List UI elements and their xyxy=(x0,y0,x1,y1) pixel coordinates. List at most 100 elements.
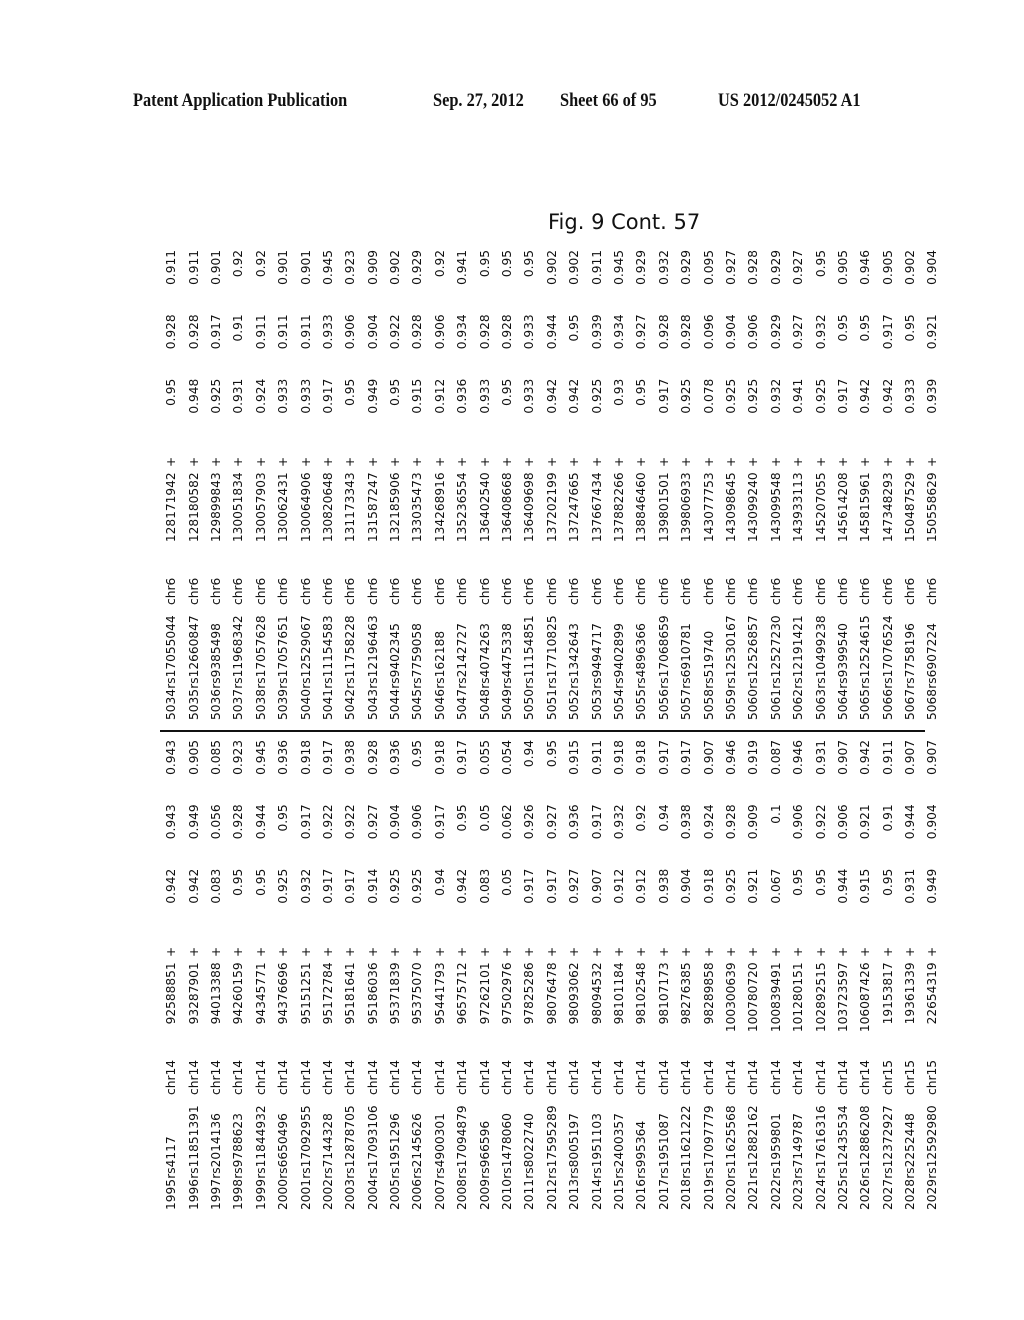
strand: + xyxy=(925,946,940,957)
value-3: 0.911 xyxy=(589,739,604,775)
table-row: 2012 rs17595289 chr14 98076478 +0.917 0.927 0.… xyxy=(541,740,563,1210)
row-index: 5046 xyxy=(432,688,447,720)
strand: + xyxy=(208,946,223,957)
row-index: 2013 xyxy=(567,1178,582,1210)
chromosome: chr14 xyxy=(679,1059,694,1095)
chromosome: chr15 xyxy=(880,1059,895,1095)
value-3: 0.928 xyxy=(746,249,761,285)
value-3: 0.918 xyxy=(298,739,313,775)
position: 131173343 xyxy=(343,472,358,543)
chromosome: chr14 xyxy=(723,1059,738,1095)
position: 95151251 xyxy=(298,962,313,1025)
snp-id: rs1951087 xyxy=(656,1113,671,1179)
chromosome: chr6 xyxy=(701,577,716,605)
value-2: 0.917 xyxy=(208,314,223,350)
strand: + xyxy=(231,946,246,957)
snp-id: rs12196463 xyxy=(365,615,380,689)
position: 92588851 xyxy=(164,962,179,1025)
sheet-number: Sheet 66 of 95 xyxy=(560,90,657,111)
value-2: 0.05 xyxy=(477,804,492,832)
value-2: 0.917 xyxy=(880,314,895,350)
position: 101280151 xyxy=(791,962,806,1033)
table-row: 2014 rs1951103 chr14 98094532 +0.907 0.917 0.9… xyxy=(585,740,607,1210)
row-index: 5044 xyxy=(388,688,403,720)
table-row: 1999 rs11844932 chr14 94345771 +0.95 0.944 0.9… xyxy=(250,740,272,1210)
position: 132185906 xyxy=(388,472,403,543)
value-2: 0.928 xyxy=(500,314,515,350)
position: 94260159 xyxy=(231,962,246,1025)
snp-id: rs9402345 xyxy=(388,623,403,689)
value-2: 0.917 xyxy=(298,804,313,840)
value-2: 0.922 xyxy=(320,804,335,840)
position: 97262101 xyxy=(477,962,492,1025)
row-index: 5060 xyxy=(746,688,761,720)
chromosome: chr14 xyxy=(253,1059,268,1095)
table-row: 2027 rs12372927 chr15 19153817 +0.95 0.91 0.91… xyxy=(877,740,899,1210)
table-row: 2004 rs17093106 chr14 95186036 +0.914 0.927 0.… xyxy=(362,740,384,1210)
value-1: 0.95 xyxy=(343,378,358,406)
chromosome: chr6 xyxy=(880,577,895,605)
snp-id: rs7144328 xyxy=(320,1113,335,1179)
value-1: 0.942 xyxy=(880,378,895,414)
strand: + xyxy=(835,456,850,467)
value-2: 0.928 xyxy=(231,804,246,840)
value-2: 0.95 xyxy=(455,804,470,832)
value-1: 0.917 xyxy=(522,868,537,904)
table-row: 5052 rs1342643 chr6 137247665 +0.942 0.95 0.90… xyxy=(563,250,585,720)
value-1: 0.904 xyxy=(679,868,694,904)
chromosome: chr14 xyxy=(768,1059,783,1095)
value-3: 0.946 xyxy=(791,739,806,775)
value-1: 0.917 xyxy=(656,378,671,414)
value-2: 0.938 xyxy=(679,804,694,840)
value-2: 0.906 xyxy=(432,314,447,350)
strand: + xyxy=(522,946,537,957)
value-3: 0.918 xyxy=(612,739,626,775)
position: 98076478 xyxy=(544,962,559,1025)
strand: + xyxy=(477,456,492,467)
value-2: 0.921 xyxy=(925,314,940,350)
value-1: 0.912 xyxy=(634,868,649,904)
chromosome: chr6 xyxy=(365,577,380,605)
table-row: 5042 rs11758228 chr6 131173343 +0.95 0.906 0.9… xyxy=(339,250,361,720)
value-3: 0.917 xyxy=(656,739,671,775)
chromosome: chr6 xyxy=(298,577,313,605)
position: 137667434 xyxy=(589,472,604,543)
position: 145614208 xyxy=(835,472,850,543)
position: 94013388 xyxy=(208,962,223,1025)
value-1: 0.927 xyxy=(567,868,582,904)
rotated-snp-table: 1995 rs4117 chr14 92588851 +0.942 0.943 0.943 1… xyxy=(160,249,939,1210)
value-3: 0.95 xyxy=(477,249,492,278)
value-3: 0.946 xyxy=(858,249,873,285)
value-2: 0.906 xyxy=(410,804,425,840)
row-index: 2017 xyxy=(656,1178,671,1210)
strand: + xyxy=(813,946,828,957)
table-row: 5051 rs17710825 chr6 137202199 +0.942 0.944 0.… xyxy=(541,250,563,720)
position: 95181641 xyxy=(343,962,358,1025)
table-row: 2006 rs2145626 chr14 95375070 +0.925 0.906 0.9… xyxy=(406,740,428,1210)
chromosome: chr14 xyxy=(522,1059,537,1095)
snp-id: rs17616316 xyxy=(813,1105,828,1179)
strand: + xyxy=(365,456,380,467)
snp-id: rs8005197 xyxy=(567,1113,582,1179)
row-index: 2020 xyxy=(723,1178,738,1210)
value-1: 0.925 xyxy=(276,868,291,904)
value-2: 0.934 xyxy=(612,314,626,350)
value-3: 0.901 xyxy=(276,249,291,285)
chromosome: chr14 xyxy=(589,1059,604,1095)
row-index: 1995 xyxy=(164,1178,179,1210)
table-row: 5047 rs2142727 chr6 135236554 +0.936 0.934 0.9… xyxy=(451,250,473,720)
table-row: 5061 rs12527230 chr6 143099548 +0.932 0.929 0.… xyxy=(765,250,787,720)
strand: + xyxy=(253,946,268,957)
row-index: 5045 xyxy=(410,688,425,720)
snp-id: rs11154583 xyxy=(320,615,335,689)
table-row: 5060 rs12526857 chr6 143099240 +0.925 0.906 0.… xyxy=(742,250,764,720)
position: 150487529 xyxy=(903,472,918,543)
position: 135236554 xyxy=(455,472,470,543)
value-1: 0.942 xyxy=(858,378,873,414)
snp-id: rs8022740 xyxy=(522,1113,537,1179)
strand: + xyxy=(612,946,626,957)
position: 130820648 xyxy=(320,472,335,543)
snp-id: rs11625568 xyxy=(723,1105,738,1179)
chromosome: chr6 xyxy=(634,577,649,605)
chromosome: chr14 xyxy=(186,1059,201,1095)
